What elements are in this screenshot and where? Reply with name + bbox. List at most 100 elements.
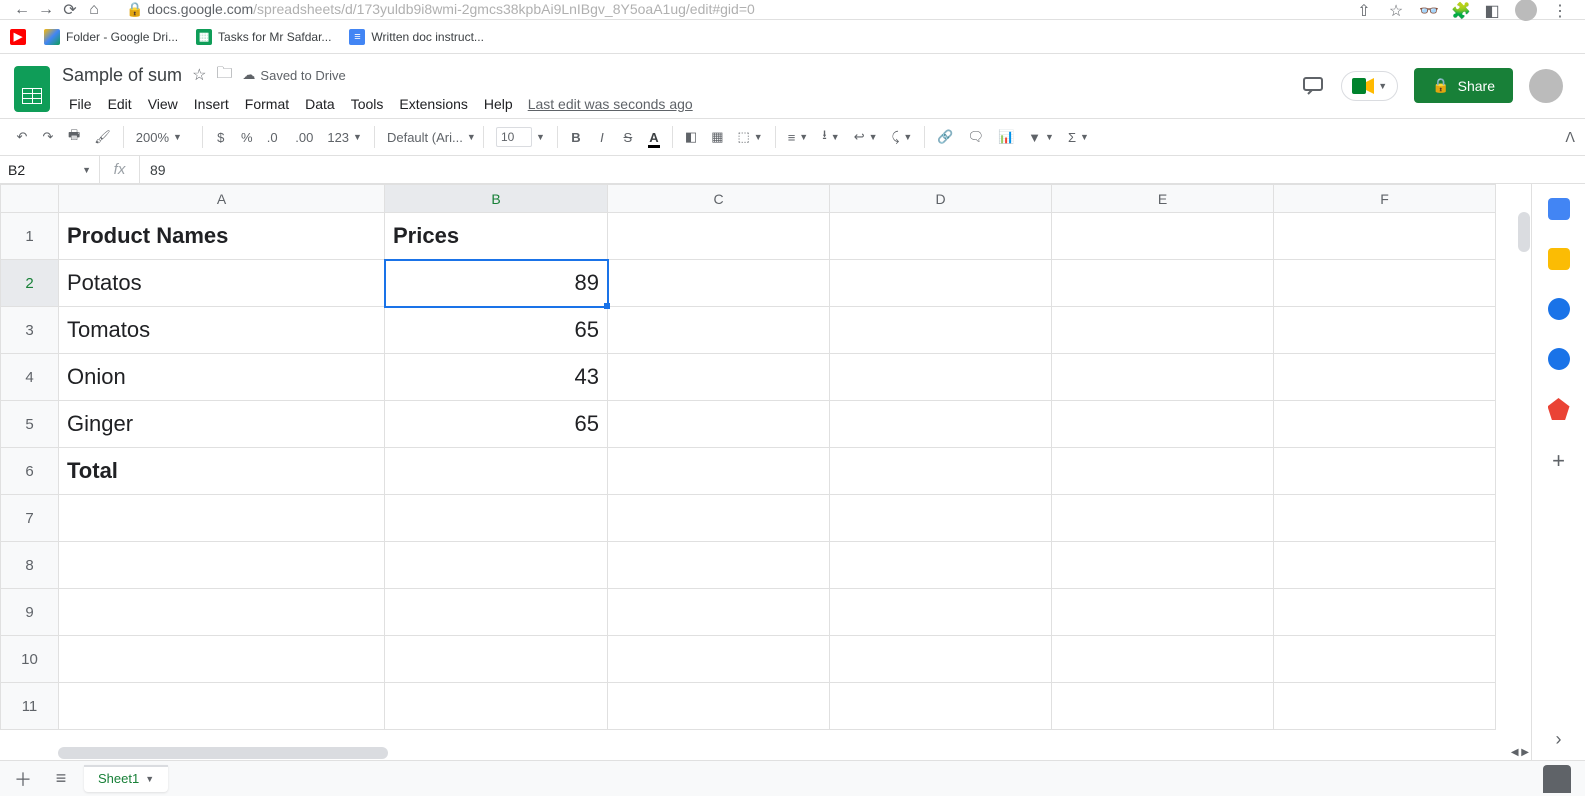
maps-icon[interactable] xyxy=(1548,398,1570,420)
cell-A6[interactable]: Total xyxy=(59,448,385,495)
name-box[interactable]: B2▼ xyxy=(0,156,100,183)
horizontal-scrollbar[interactable] xyxy=(58,746,1517,760)
cell-A1[interactable]: Product Names xyxy=(59,213,385,260)
cell-F9[interactable] xyxy=(1274,589,1496,636)
cell-B10[interactable] xyxy=(385,636,608,683)
spreadsheet-grid[interactable]: ABCDEF1Product NamesPrices2Potatos893Tom… xyxy=(0,184,1531,760)
cell-E3[interactable] xyxy=(1052,307,1274,354)
cell-F8[interactable] xyxy=(1274,542,1496,589)
h-align-icon[interactable]: ≡▼ xyxy=(782,126,815,149)
cell-C3[interactable] xyxy=(608,307,830,354)
cell-E2[interactable] xyxy=(1052,260,1274,307)
cell-F11[interactable] xyxy=(1274,683,1496,730)
add-sheet-icon[interactable]: ＋ xyxy=(8,766,38,792)
select-all-corner[interactable] xyxy=(1,185,59,213)
cell-C10[interactable] xyxy=(608,636,830,683)
extensions-icon[interactable]: 🧩 xyxy=(1451,1,1469,19)
menu-insert[interactable]: Insert xyxy=(187,92,236,116)
row-header-8[interactable]: 8 xyxy=(1,542,59,589)
contacts-icon[interactable] xyxy=(1548,348,1570,370)
star-doc-icon[interactable]: ☆ xyxy=(192,65,206,85)
col-header-D[interactable]: D xyxy=(830,185,1052,213)
meet-button[interactable]: ▼ xyxy=(1341,71,1398,101)
all-sheets-icon[interactable]: ≡ xyxy=(46,768,76,789)
cell-B4[interactable]: 43 xyxy=(385,354,608,401)
col-header-B[interactable]: B xyxy=(385,185,608,213)
functions-icon[interactable]: Σ▼ xyxy=(1062,126,1095,149)
account-chip-icon[interactable]: ◧ xyxy=(1483,1,1501,19)
cloud-status[interactable]: ☁Saved to Drive xyxy=(242,67,345,83)
cell-B7[interactable] xyxy=(385,495,608,542)
paint-format-icon[interactable]: 🖌 xyxy=(88,124,117,150)
bookmark-youtube[interactable]: ▶ xyxy=(10,29,26,45)
cell-E8[interactable] xyxy=(1052,542,1274,589)
reading-list-icon[interactable]: 👓 xyxy=(1419,1,1437,19)
browser-avatar[interactable] xyxy=(1515,0,1537,21)
link-icon[interactable]: 🔗 xyxy=(931,124,959,150)
cell-E10[interactable] xyxy=(1052,636,1274,683)
col-header-A[interactable]: A xyxy=(59,185,385,213)
more-formats[interactable]: 123▼ xyxy=(321,126,368,149)
cell-D8[interactable] xyxy=(830,542,1052,589)
collapse-toolbar-icon[interactable]: ᐱ xyxy=(1565,129,1575,146)
move-doc-icon[interactable]: 🗀 xyxy=(216,62,232,89)
cell-E11[interactable] xyxy=(1052,683,1274,730)
cell-B6[interactable] xyxy=(385,448,608,495)
cell-E9[interactable] xyxy=(1052,589,1274,636)
cell-F5[interactable] xyxy=(1274,401,1496,448)
col-header-C[interactable]: C xyxy=(608,185,830,213)
comments-icon[interactable] xyxy=(1301,74,1325,98)
cell-D7[interactable] xyxy=(830,495,1052,542)
cell-D10[interactable] xyxy=(830,636,1052,683)
increase-decimal-icon[interactable]: .00 xyxy=(289,124,319,150)
address-bar[interactable]: 🔒 docs.google.com/spreadsheets/d/173yuld… xyxy=(126,1,1355,18)
menu-data[interactable]: Data xyxy=(298,92,342,116)
strike-icon[interactable]: S xyxy=(616,124,640,150)
cell-C5[interactable] xyxy=(608,401,830,448)
reload-icon[interactable]: ⟳ xyxy=(58,0,82,20)
cell-F10[interactable] xyxy=(1274,636,1496,683)
addons-plus-icon[interactable]: + xyxy=(1552,448,1565,474)
chart-icon[interactable]: 📊 xyxy=(992,124,1020,150)
cell-C9[interactable] xyxy=(608,589,830,636)
cell-A7[interactable] xyxy=(59,495,385,542)
col-header-E[interactable]: E xyxy=(1052,185,1274,213)
vertical-scrollbar[interactable] xyxy=(1517,212,1531,746)
menu-extensions[interactable]: Extensions xyxy=(392,92,474,116)
cell-D1[interactable] xyxy=(830,213,1052,260)
cell-C8[interactable] xyxy=(608,542,830,589)
currency-icon[interactable]: $ xyxy=(209,124,233,150)
cell-B8[interactable] xyxy=(385,542,608,589)
cell-A2[interactable]: Potatos xyxy=(59,260,385,307)
merge-cells-icon[interactable]: ⬚▼ xyxy=(731,125,768,149)
text-color-icon[interactable]: A xyxy=(642,124,666,150)
row-header-2[interactable]: 2 xyxy=(1,260,59,307)
cell-F2[interactable] xyxy=(1274,260,1496,307)
scroll-arrows[interactable]: ◀ ▶ xyxy=(1509,745,1531,760)
sheet-tab-active[interactable]: Sheet1▼ xyxy=(84,765,168,792)
last-edit-link[interactable]: Last edit was seconds ago xyxy=(528,96,693,112)
cell-B3[interactable]: 65 xyxy=(385,307,608,354)
print-icon[interactable]: 🖶 xyxy=(62,124,86,150)
cell-D11[interactable] xyxy=(830,683,1052,730)
browser-menu-icon[interactable]: ⋮ xyxy=(1551,1,1569,19)
decrease-decimal-icon[interactable]: .0 xyxy=(261,124,287,150)
rotate-icon[interactable]: ⤹▼ xyxy=(886,125,919,149)
home-icon[interactable]: ⌂ xyxy=(82,1,106,19)
percent-icon[interactable]: % xyxy=(235,124,259,150)
back-icon[interactable]: ← xyxy=(10,1,34,19)
zoom-select[interactable]: 200%▼ xyxy=(130,126,196,149)
cell-F4[interactable] xyxy=(1274,354,1496,401)
cell-C11[interactable] xyxy=(608,683,830,730)
menu-tools[interactable]: Tools xyxy=(344,92,391,116)
undo-icon[interactable]: ↶ xyxy=(10,124,34,150)
cell-D3[interactable] xyxy=(830,307,1052,354)
share-button[interactable]: 🔒Share xyxy=(1414,68,1513,103)
row-header-3[interactable]: 3 xyxy=(1,307,59,354)
italic-icon[interactable]: I xyxy=(590,124,614,150)
row-header-9[interactable]: 9 xyxy=(1,589,59,636)
cell-E1[interactable] xyxy=(1052,213,1274,260)
font-select[interactable]: Default (Ari...▼ xyxy=(381,126,477,149)
formula-input[interactable]: 89 xyxy=(140,156,1585,183)
cell-F7[interactable] xyxy=(1274,495,1496,542)
